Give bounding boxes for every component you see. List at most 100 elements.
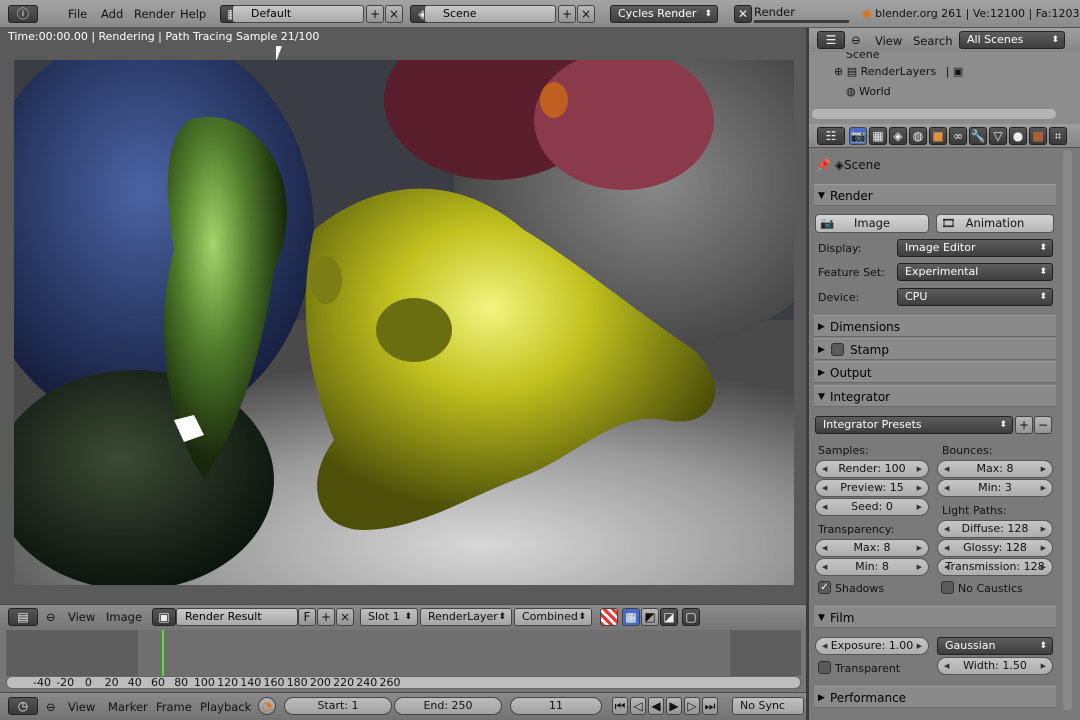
transmission-bounces-field[interactable]: ◀ Transmission: 128 ▶ bbox=[937, 558, 1053, 576]
remove-scene-icon[interactable]: × bbox=[577, 5, 595, 23]
add-layout-icon[interactable]: + bbox=[366, 5, 384, 23]
jump-start-icon[interactable]: ⏮ bbox=[612, 697, 628, 715]
render-layer-dropdown[interactable]: RenderLayer ⬍ bbox=[420, 608, 512, 626]
image-name-field[interactable]: Render Result bbox=[176, 608, 298, 626]
menu-file[interactable]: File bbox=[68, 7, 87, 21]
outliner-item-renderlayers[interactable]: ⊕ ▤ RenderLayers | ▣ bbox=[834, 65, 963, 78]
jump-keyframe-back-icon[interactable]: ◁ bbox=[630, 697, 646, 715]
editor-type-properties-icon[interactable]: ☷ bbox=[817, 127, 845, 145]
constraints-tab-icon[interactable]: ∞ bbox=[949, 127, 967, 145]
render-pass-dropdown[interactable]: Combined ⬍ bbox=[514, 608, 592, 626]
panel-performance[interactable]: ▶ Performance bbox=[814, 686, 1056, 708]
panel-dimensions[interactable]: ▶ Dimensions bbox=[814, 315, 1056, 337]
outliner-filter-dropdown[interactable]: All Scenes ⬍ bbox=[959, 31, 1065, 49]
filter-width-field[interactable]: ◀ Width: 1.50 ▶ bbox=[937, 657, 1053, 675]
scene-field[interactable]: Scene bbox=[424, 5, 556, 23]
collapse-menu-icon[interactable]: ⊖ bbox=[46, 700, 56, 714]
draw-zbuffer-icon[interactable]: ◩ bbox=[641, 608, 659, 626]
image-browse-icon[interactable]: ▣ bbox=[152, 608, 176, 626]
texture-tab-icon[interactable]: ▩ bbox=[1029, 127, 1047, 145]
render-samples-field[interactable]: ◀ Render: 100 ▶ bbox=[815, 460, 929, 478]
play-icon[interactable]: ▶ bbox=[666, 697, 682, 715]
new-image-icon[interactable]: + bbox=[317, 608, 335, 626]
render-viewport[interactable] bbox=[14, 60, 794, 585]
start-frame-field[interactable]: Start: 1 bbox=[284, 697, 392, 715]
remove-preset-icon[interactable]: − bbox=[1034, 416, 1052, 434]
modifiers-tab-icon[interactable]: 🔧 bbox=[969, 127, 987, 145]
menu-view[interactable]: View bbox=[875, 34, 902, 48]
material-tab-icon[interactable]: ● bbox=[1009, 127, 1027, 145]
menu-search[interactable]: Search bbox=[913, 34, 953, 48]
stamp-checkbox[interactable] bbox=[831, 343, 844, 356]
layers-tab-icon[interactable]: ▦ bbox=[869, 127, 887, 145]
editor-type-timeline-icon[interactable]: ◷ bbox=[8, 697, 38, 715]
panel-film[interactable]: ▼ Film bbox=[814, 606, 1056, 628]
draw-color-icon[interactable] bbox=[600, 608, 618, 626]
render-engine-dropdown[interactable]: Cycles Render ⬍ bbox=[610, 5, 718, 23]
transparency-max-field[interactable]: ◀ Max: 8 ▶ bbox=[815, 539, 929, 557]
particles-tab-icon[interactable]: ⌗ bbox=[1049, 127, 1067, 145]
timeline-scrollbar[interactable] bbox=[6, 676, 801, 689]
diffuse-bounces-field[interactable]: ◀ Diffuse: 128 ▶ bbox=[937, 520, 1053, 538]
editor-type-image-icon[interactable]: ▤ bbox=[8, 608, 38, 626]
shadows-checkbox[interactable]: ✓ bbox=[818, 581, 831, 594]
jump-keyframe-forward-icon[interactable]: ▷ bbox=[684, 697, 700, 715]
menu-view[interactable]: View bbox=[68, 700, 95, 714]
preview-samples-field[interactable]: ◀ Preview: 15 ▶ bbox=[815, 479, 929, 497]
transparent-checkbox[interactable] bbox=[818, 661, 831, 674]
outliner-item-world[interactable]: ◍ World bbox=[846, 85, 891, 98]
menu-add[interactable]: Add bbox=[101, 7, 123, 21]
seed-field[interactable]: ◀ Seed: 0 ▶ bbox=[815, 498, 929, 516]
end-frame-field[interactable]: End: 250 bbox=[394, 697, 502, 715]
draw-alpha-icon[interactable]: ▩ bbox=[622, 608, 640, 626]
add-preset-icon[interactable]: + bbox=[1015, 416, 1033, 434]
world-tab-icon[interactable]: ◍ bbox=[909, 127, 927, 145]
integrator-presets-dropdown[interactable]: Integrator Presets ⬍ bbox=[815, 416, 1013, 434]
outliner-item-scene[interactable]: Scene bbox=[846, 52, 880, 60]
expand-icon[interactable]: ⊕ bbox=[834, 65, 843, 78]
panel-stamp[interactable]: ▶ Stamp bbox=[814, 338, 1056, 360]
remove-layout-icon[interactable]: × bbox=[385, 5, 403, 23]
current-frame-field[interactable]: 11 bbox=[510, 697, 602, 715]
pin-image-icon[interactable]: ▢ bbox=[682, 608, 700, 626]
menu-marker[interactable]: Marker bbox=[108, 700, 148, 714]
data-tab-icon[interactable]: ▽ bbox=[989, 127, 1007, 145]
slot-dropdown[interactable]: Slot 1 ⬍ bbox=[360, 608, 418, 626]
fake-user-button[interactable]: F bbox=[298, 608, 316, 626]
transparency-min-field[interactable]: ◀ Min: 8 ▶ bbox=[815, 558, 929, 576]
screen-layout-field[interactable]: Default bbox=[232, 5, 364, 23]
glossy-bounces-field[interactable]: ◀ Glossy: 128 ▶ bbox=[937, 539, 1053, 557]
scene-tab-icon[interactable]: ◈ bbox=[889, 127, 907, 145]
render-image-button[interactable]: 📷 Image bbox=[815, 214, 929, 233]
device-dropdown[interactable]: CPU ⬍ bbox=[897, 288, 1053, 306]
object-tab-icon[interactable]: ■ bbox=[929, 127, 947, 145]
panel-output[interactable]: ▶ Output bbox=[814, 361, 1056, 383]
unlink-image-icon[interactable]: × bbox=[336, 608, 354, 626]
add-scene-icon[interactable]: + bbox=[558, 5, 576, 23]
menu-image[interactable]: Image bbox=[106, 610, 142, 624]
filter-type-dropdown[interactable]: Gaussian ⬍ bbox=[937, 637, 1053, 655]
menu-render[interactable]: Render bbox=[134, 7, 175, 21]
menu-frame[interactable]: Frame bbox=[156, 700, 192, 714]
menu-playback[interactable]: Playback bbox=[200, 700, 251, 714]
preview-range-icon[interactable]: ◔ bbox=[258, 697, 276, 715]
sync-dropdown[interactable]: No Sync bbox=[732, 697, 804, 715]
menu-help[interactable]: Help bbox=[180, 7, 206, 21]
max-bounces-field[interactable]: ◀ Max: 8 ▶ bbox=[937, 460, 1053, 478]
draw-alpha-only-icon[interactable]: ◪ bbox=[660, 608, 678, 626]
collapse-menu-icon[interactable]: ⊖ bbox=[851, 33, 861, 47]
min-bounces-field[interactable]: ◀ Min: 3 ▶ bbox=[937, 479, 1053, 497]
panel-integrator[interactable]: ▼ Integrator bbox=[814, 385, 1056, 407]
jump-end-icon[interactable]: ⏭ bbox=[702, 697, 718, 715]
display-dropdown[interactable]: Image Editor ⬍ bbox=[897, 239, 1053, 257]
feature-set-dropdown[interactable]: Experimental ⬍ bbox=[897, 263, 1053, 281]
cancel-render-icon[interactable]: ✕ bbox=[734, 5, 752, 23]
panel-render[interactable]: ▼ Render bbox=[814, 184, 1056, 206]
render-animation-button[interactable]: 🎞 Animation bbox=[936, 214, 1054, 233]
editor-type-outliner-icon[interactable]: ☰ bbox=[817, 31, 845, 49]
pin-icon[interactable]: 📌 bbox=[816, 158, 831, 172]
current-frame-indicator[interactable] bbox=[162, 630, 164, 676]
collapse-menu-icon[interactable]: ⊖ bbox=[46, 610, 56, 624]
menu-view[interactable]: View bbox=[68, 610, 95, 624]
editor-type-button[interactable]: ⓘ bbox=[8, 5, 38, 23]
